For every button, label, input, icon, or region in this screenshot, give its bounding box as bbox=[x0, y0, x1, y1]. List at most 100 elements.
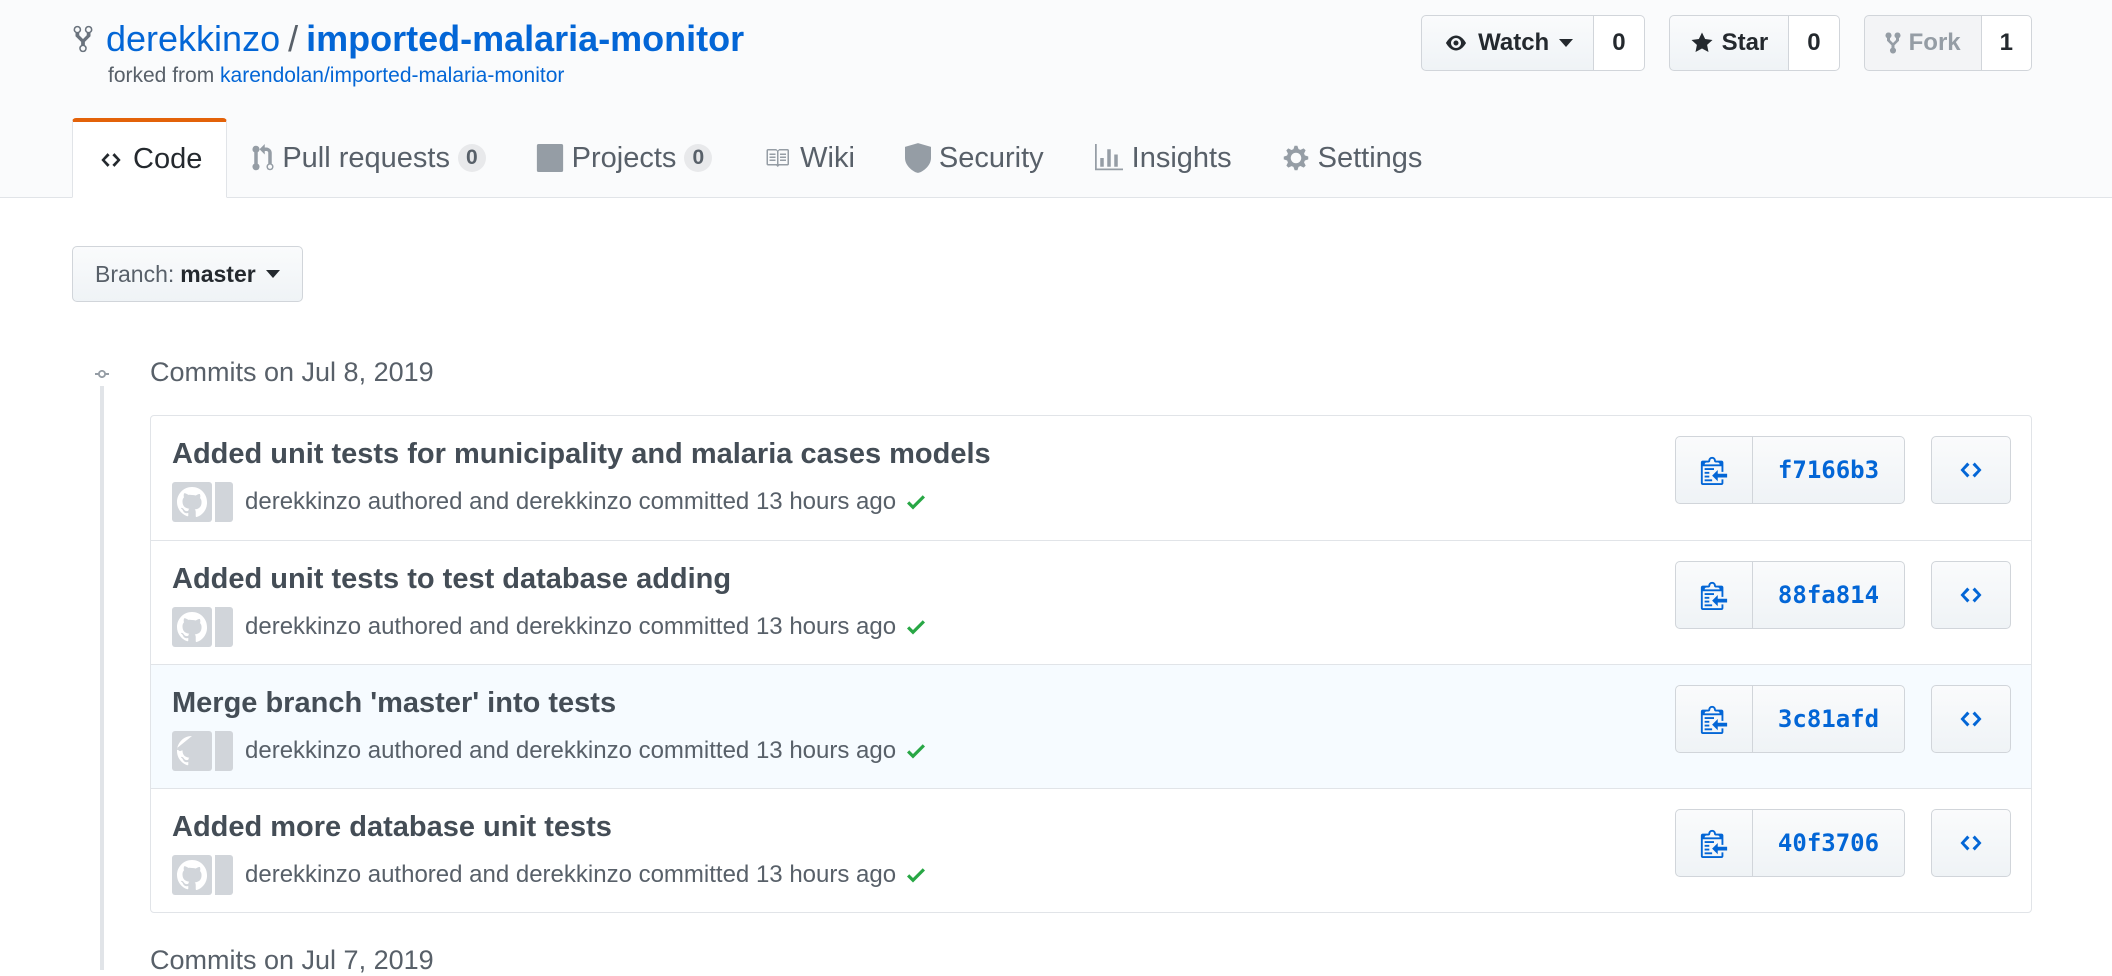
projects-count: 0 bbox=[684, 144, 713, 172]
repo-name-link[interactable]: imported-malaria-monitor bbox=[306, 18, 744, 59]
repo-header: derekkinzo / imported-malaria-monitor fork… bbox=[0, 0, 2112, 198]
tab-wiki-label: Wiki bbox=[800, 141, 855, 174]
avatar[interactable] bbox=[172, 731, 233, 771]
clippy-icon bbox=[1700, 581, 1728, 610]
book-icon bbox=[766, 149, 790, 167]
tab-settings[interactable]: Settings bbox=[1257, 118, 1448, 198]
watch-label: Watch bbox=[1478, 29, 1550, 56]
avatar[interactable] bbox=[172, 855, 233, 895]
forked-source-link[interactable]: karendolan/imported-malaria-monitor bbox=[220, 64, 564, 87]
avatar[interactable] bbox=[172, 607, 233, 647]
commit-sha-link[interactable]: 3c81afd bbox=[1753, 685, 1905, 753]
avatar[interactable] bbox=[172, 482, 233, 522]
commit-row: Added unit tests for municipality and ma… bbox=[151, 416, 2031, 540]
star-count[interactable]: 0 bbox=[1789, 15, 1840, 71]
repo-actions: Watch 0 Star 0 Fork 1 bbox=[1397, 15, 2032, 71]
sha-group: 40f3706 bbox=[1675, 809, 1905, 877]
repo-title: derekkinzo / imported-malaria-monitor bbox=[72, 18, 744, 60]
commit-group-date: Commits on Jul 8, 2019 bbox=[150, 357, 434, 387]
git-pull-request-icon bbox=[252, 144, 274, 171]
sha-group: f7166b3 bbox=[1675, 436, 1905, 504]
tab-security-label: Security bbox=[938, 141, 1044, 174]
tab-wiki[interactable]: Wiki bbox=[737, 118, 880, 198]
copy-sha-button[interactable] bbox=[1675, 561, 1753, 629]
branch-prefix: Branch: bbox=[95, 260, 175, 287]
forked-from: forked from karendolan/imported-malaria-… bbox=[108, 64, 564, 88]
fork-label: Fork bbox=[1908, 29, 1961, 56]
commit-sha-link[interactable]: f7166b3 bbox=[1753, 436, 1905, 504]
tab-insights-label: Insights bbox=[1131, 141, 1232, 174]
commit-message[interactable]: Added unit tests for municipality and ma… bbox=[172, 438, 991, 471]
browse-repo-button[interactable] bbox=[1931, 561, 2011, 629]
forked-from-label: forked from bbox=[108, 64, 215, 87]
copy-sha-button[interactable] bbox=[1675, 436, 1753, 504]
watch-count[interactable]: 0 bbox=[1594, 15, 1645, 71]
github-mark-icon bbox=[177, 860, 207, 890]
check-icon[interactable] bbox=[904, 739, 928, 763]
tab-pull-requests-label: Pull requests bbox=[282, 141, 450, 174]
commit-meta: derekkinzo authored and derekkinzo commi… bbox=[172, 482, 928, 522]
repo-forked-icon bbox=[73, 25, 93, 53]
watch-button[interactable]: Watch bbox=[1421, 15, 1595, 71]
commit-meta-text: derekkinzo authored and derekkinzo commi… bbox=[245, 861, 897, 888]
check-icon[interactable] bbox=[904, 863, 928, 887]
browse-repo-button[interactable] bbox=[1931, 809, 2011, 877]
commit-meta-text: derekkinzo authored and derekkinzo commi… bbox=[245, 613, 897, 640]
tab-code-label: Code bbox=[133, 143, 203, 175]
sha-group: 3c81afd bbox=[1675, 685, 1905, 753]
title-separator: / bbox=[288, 18, 299, 59]
browse-repo-button[interactable] bbox=[1931, 685, 2011, 753]
code-icon bbox=[1960, 587, 1982, 603]
star-icon bbox=[1691, 32, 1713, 52]
pull-requests-count: 0 bbox=[457, 144, 486, 172]
tab-pull-requests[interactable]: Pull requests 0 bbox=[227, 118, 510, 198]
sha-group: 88fa814 bbox=[1675, 561, 1905, 629]
branch-select-button[interactable]: Branch: master bbox=[72, 246, 303, 302]
commit-message[interactable]: Merge branch 'master' into tests bbox=[172, 687, 616, 720]
commit-row: Added unit tests to test database adding… bbox=[151, 540, 2031, 664]
check-icon[interactable] bbox=[904, 490, 928, 514]
repo-owner-link[interactable]: derekkinzo bbox=[106, 18, 280, 59]
commit-row: Added more database unit tests derekkinz… bbox=[151, 788, 2031, 912]
commit-meta: derekkinzo authored and derekkinzo commi… bbox=[172, 731, 928, 771]
commit-sha-link[interactable]: 88fa814 bbox=[1753, 561, 1905, 629]
commit-sha-link[interactable]: 40f3706 bbox=[1753, 809, 1905, 877]
github-mark-icon bbox=[177, 487, 207, 517]
tab-security[interactable]: Security bbox=[880, 118, 1069, 198]
tab-projects[interactable]: Projects 0 bbox=[511, 118, 737, 198]
star-button[interactable]: Star bbox=[1668, 15, 1790, 71]
graph-icon bbox=[1094, 144, 1123, 171]
repo-nav: Code Pull requests 0 Projects 0 Wiki Sec… bbox=[72, 118, 1447, 198]
tab-code[interactable]: Code bbox=[72, 118, 228, 198]
git-commit-icon bbox=[86, 362, 118, 386]
commit-message[interactable]: Added more database unit tests bbox=[172, 811, 612, 844]
browse-repo-button[interactable] bbox=[1931, 436, 2011, 504]
chevron-down-icon bbox=[1559, 39, 1574, 47]
clippy-icon bbox=[1700, 456, 1728, 485]
code-icon bbox=[101, 152, 121, 167]
tab-settings-label: Settings bbox=[1317, 141, 1423, 174]
fork-group: Fork 1 bbox=[1863, 15, 2032, 71]
clippy-icon bbox=[1700, 829, 1728, 858]
commit-row: Merge branch 'master' into tests derekki… bbox=[151, 664, 2031, 788]
fork-button[interactable]: Fork bbox=[1863, 15, 1982, 71]
code-icon bbox=[1960, 835, 1982, 851]
commit-message[interactable]: Added unit tests to test database adding bbox=[172, 563, 731, 596]
commit-meta-text: derekkinzo authored and derekkinzo commi… bbox=[245, 488, 897, 515]
star-group: Star 0 bbox=[1668, 15, 1840, 71]
code-icon bbox=[1960, 462, 1982, 478]
repo-forked-icon bbox=[1885, 32, 1901, 54]
fork-count[interactable]: 1 bbox=[1981, 15, 2032, 71]
github-mark-icon bbox=[177, 736, 192, 766]
commit-meta: derekkinzo authored and derekkinzo commi… bbox=[172, 855, 928, 895]
copy-sha-button[interactable] bbox=[1675, 809, 1753, 877]
gear-icon bbox=[1283, 145, 1308, 171]
clippy-icon bbox=[1700, 705, 1728, 734]
commit-meta: derekkinzo authored and derekkinzo commi… bbox=[172, 607, 928, 647]
commit-meta-text: derekkinzo authored and derekkinzo commi… bbox=[245, 737, 897, 764]
eye-icon bbox=[1446, 35, 1467, 51]
tab-insights[interactable]: Insights bbox=[1069, 118, 1257, 198]
copy-sha-button[interactable] bbox=[1675, 685, 1753, 753]
check-icon[interactable] bbox=[904, 615, 928, 639]
watch-group: Watch 0 bbox=[1421, 15, 1645, 71]
